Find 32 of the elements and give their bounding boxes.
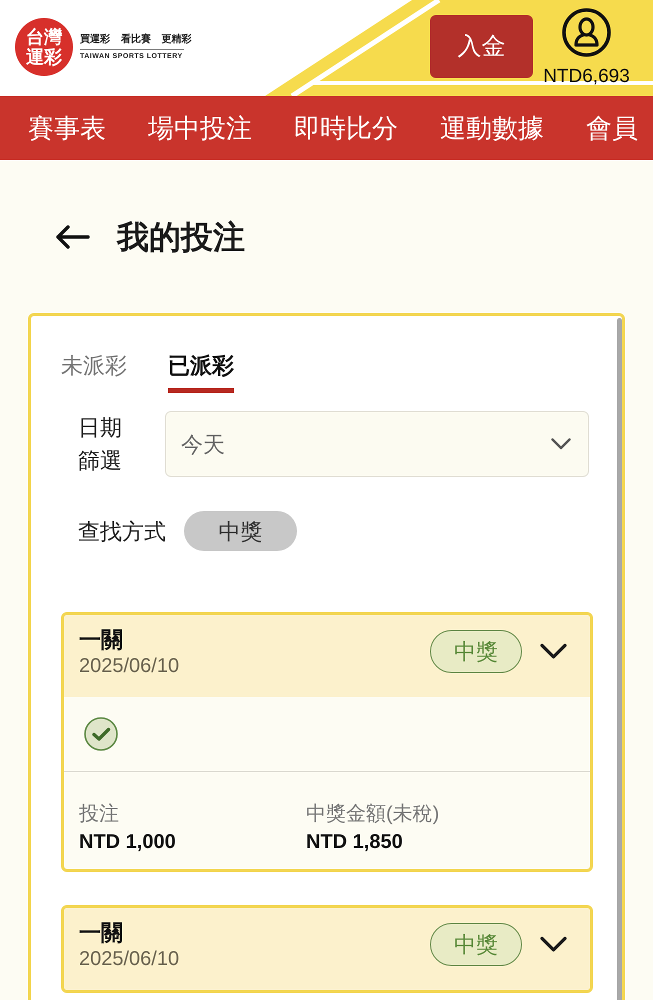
tab[interactable]: 未派彩 [61, 351, 127, 393]
tab[interactable]: 已派彩 [168, 351, 234, 393]
deposit-button[interactable]: 入金 [430, 15, 533, 78]
payout-amount: NTD 1,850 [306, 830, 404, 855]
nav-link[interactable]: 賽事表 [28, 112, 106, 144]
date-filter-label: 日期篩選 [78, 414, 122, 475]
search-mode-label: 查找方式 [78, 518, 166, 546]
page-title: 我的投注 [117, 218, 245, 256]
status-badge: 中獎 [430, 923, 522, 966]
bet-date: 2025/06/10 [79, 654, 180, 679]
chevron-down-icon[interactable] [551, 438, 571, 450]
bet-type: 一關 [79, 920, 124, 946]
check-circle-icon [84, 717, 118, 751]
logo-badge: 台灣運彩 [15, 18, 73, 76]
payout-label: 中獎金額(未稅) [306, 802, 440, 827]
scrollbar-thumb[interactable] [617, 318, 622, 1000]
bet-date: 2025/06/10 [79, 947, 180, 972]
nav-link[interactable]: 場中投注 [148, 112, 252, 144]
user-profile-icon[interactable] [562, 8, 611, 57]
status-badge: 中獎 [430, 630, 522, 673]
back-arrow-icon[interactable] [55, 224, 90, 248]
filter-chip[interactable]: 中獎 [184, 511, 297, 551]
nav-link[interactable]: 即時比分 [294, 112, 398, 144]
expand-chevron-icon[interactable] [540, 643, 567, 660]
expand-chevron-icon[interactable] [540, 936, 567, 953]
nav-link[interactable]: 會員 [586, 112, 638, 144]
stake-label: 投注 [79, 802, 120, 827]
stake-amount: NTD 1,000 [79, 830, 177, 855]
date-select[interactable]: 今天 [165, 411, 589, 477]
logo-slogan: 買運彩 看比賽 更精彩 [80, 34, 192, 46]
nav-link[interactable]: 運動數據 [440, 112, 544, 144]
bet-type: 一關 [79, 627, 124, 653]
